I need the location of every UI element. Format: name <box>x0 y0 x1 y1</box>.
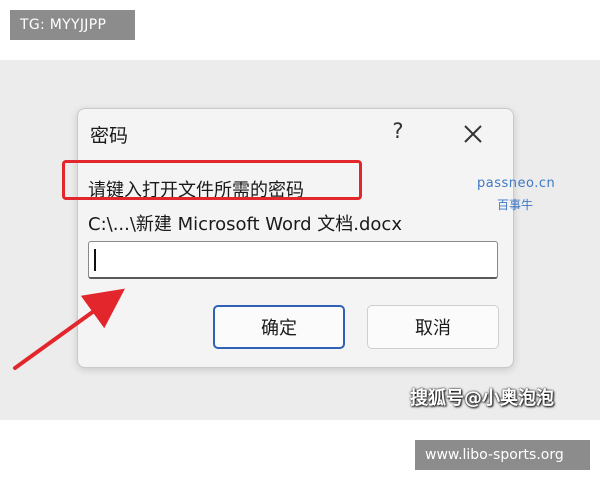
help-icon[interactable]: ? <box>388 119 408 143</box>
close-icon[interactable] <box>460 121 486 147</box>
watermark-site-sub: 百事牛 <box>497 198 534 212</box>
password-input[interactable] <box>88 241 498 279</box>
watermark-sohu: 搜狐号@小奥泡泡 <box>410 388 554 409</box>
password-dialog: 密码 ? 请键入打开文件所需的密码 C:\...\新建 Microsoft Wo… <box>77 108 514 368</box>
file-path-label: C:\...\新建 Microsoft Word 文档.docx <box>88 214 402 235</box>
ok-button[interactable]: 确定 <box>213 305 345 349</box>
cancel-button[interactable]: 取消 <box>367 305 499 349</box>
dialog-title: 密码 <box>90 125 129 147</box>
highlight-annotation-box <box>62 160 362 200</box>
top-watermark-tag: TG: MYYJJPP <box>10 10 135 40</box>
text-caret <box>94 249 96 271</box>
bottom-watermark-tag: www.libo-sports.org <box>415 440 590 470</box>
watermark-site: passneo.cn <box>477 176 556 191</box>
